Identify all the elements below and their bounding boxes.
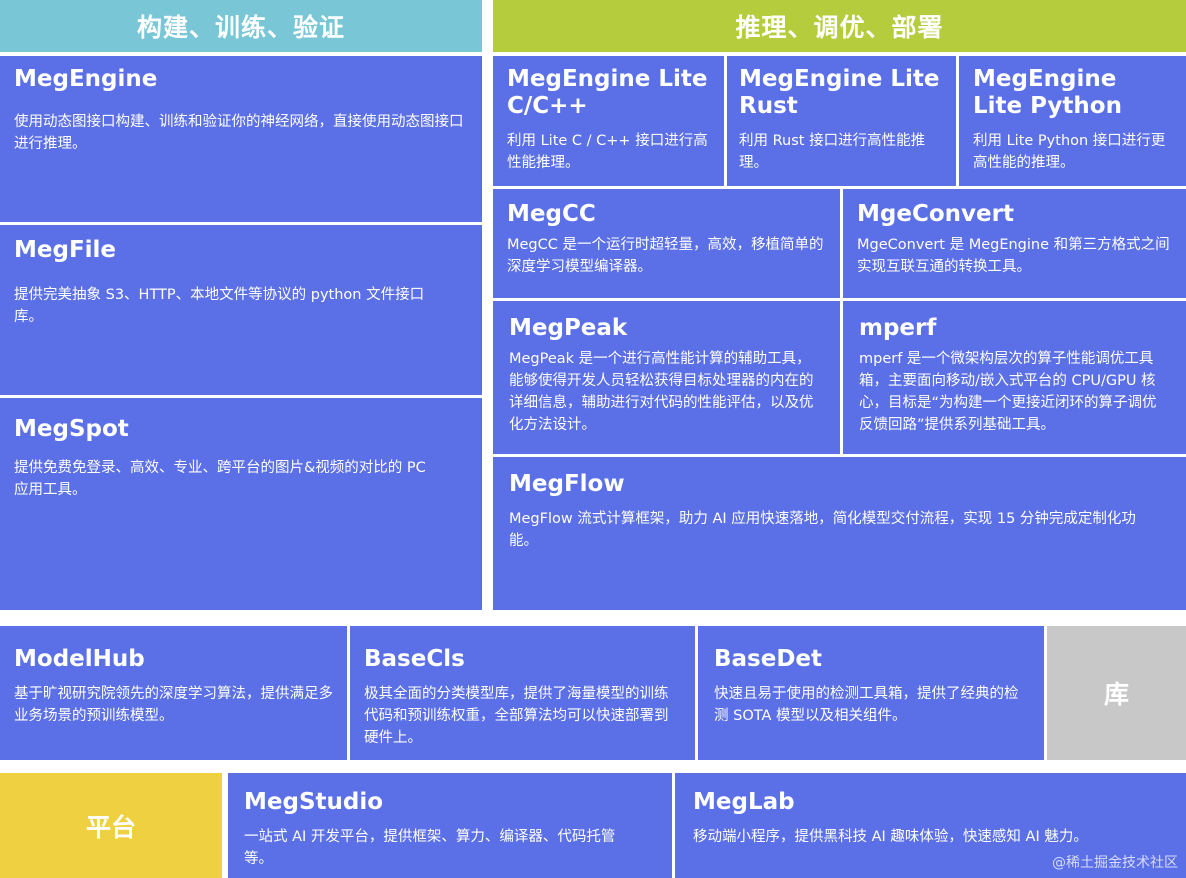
card-desc: MegCC 是一个运行时超轻量，高效，移植简单的深度学习模型编译器。	[507, 237, 824, 275]
card-desc: 使用动态图接口构建、训练和验证你的神经网络，直接使用动态图接口进行推理。	[14, 114, 464, 152]
card-desc: mperf 是一个微架构层次的算子性能调优工具箱，主要面向移动/嵌入式平台的 C…	[859, 351, 1157, 433]
card-megengine-lite-python: MegEngine Lite Python 利用 Lite Python 接口进…	[959, 56, 1186, 186]
card-desc: 利用 Rust 接口进行高性能推理。	[739, 133, 926, 171]
card-title: MgeConvert	[857, 201, 1014, 227]
card-desc: MgeConvert 是 MegEngine 和第三方格式之间实现互联互通的转换…	[857, 237, 1170, 275]
card-title: MegEngine Lite Rust	[739, 66, 940, 119]
card-desc: 提供完美抽象 S3、HTTP、本地文件等协议的 python 文件接口库。	[14, 287, 425, 325]
card-modelhub: ModelHub 基于旷视研究院领先的深度学习算法，提供满足多业务场景的预训练模…	[0, 626, 347, 760]
card-desc: 移动端小程序，提供黑科技 AI 趣味体验，快速感知 AI 魅力。	[693, 829, 1088, 845]
card-basecls: BaseCls 极其全面的分类模型库，提供了海量模型的训练代码和预训练权重，全部…	[350, 626, 695, 760]
card-title: MegEngine Lite C/C++	[507, 66, 708, 119]
card-title: MegLab	[693, 789, 795, 815]
card-desc: 提供免费免登录、高效、专业、跨平台的图片&视频的对比的 PC 应用工具。	[14, 460, 426, 498]
card-basedet: BaseDet 快速且易于使用的检测工具箱，提供了经典的检测 SOTA 模型以及…	[698, 626, 1044, 760]
card-title: MegPeak	[509, 315, 628, 341]
card-megengine-lite-rust: MegEngine Lite Rust 利用 Rust 接口进行高性能推理。	[727, 56, 956, 186]
header-build-train-verify: 构建、训练、验证	[0, 0, 482, 52]
platform-label: 平台	[0, 773, 222, 878]
card-megstudio: MegStudio 一站式 AI 开发平台，提供框架、算力、编译器、代码托管等。	[228, 773, 672, 878]
card-desc: 基于旷视研究院领先的深度学习算法，提供满足多业务场景的预训练模型。	[14, 686, 333, 724]
card-mperf: mperf mperf 是一个微架构层次的算子性能调优工具箱，主要面向移动/嵌入…	[843, 301, 1186, 454]
card-desc: 极其全面的分类模型库，提供了海量模型的训练代码和预训练权重，全部算法均可以快速部…	[364, 686, 669, 746]
header-infer-tune-deploy: 推理、调优、部署	[493, 0, 1186, 52]
card-megfile: MegFile 提供完美抽象 S3、HTTP、本地文件等协议的 python 文…	[0, 225, 482, 395]
card-megcc: MegCC MegCC 是一个运行时超轻量，高效，移植简单的深度学习模型编译器。	[493, 189, 840, 298]
card-mgeconvert: MgeConvert MgeConvert 是 MegEngine 和第三方格式…	[843, 189, 1186, 298]
card-desc: 利用 Lite Python 接口进行更高性能的推理。	[973, 133, 1166, 171]
card-megpeak: MegPeak MegPeak 是一个进行高性能计算的辅助工具，能够使得开发人员…	[493, 301, 840, 454]
card-title: MegEngine	[14, 66, 158, 92]
card-megengine: MegEngine 使用动态图接口构建、训练和验证你的神经网络，直接使用动态图接…	[0, 56, 482, 222]
card-desc: 一站式 AI 开发平台，提供框架、算力、编译器、代码托管等。	[244, 829, 616, 867]
card-meglab: MegLab 移动端小程序，提供黑科技 AI 趣味体验，快速感知 AI 魅力。 …	[675, 773, 1186, 878]
card-desc: 快速且易于使用的检测工具箱，提供了经典的检测 SOTA 模型以及相关组件。	[714, 686, 1019, 724]
card-desc: MegFlow 流式计算框架，助力 AI 应用快速落地，简化模型交付流程，实现 …	[509, 511, 1136, 549]
card-title: MegEngine Lite Python	[973, 66, 1122, 119]
card-title: ModelHub	[14, 646, 145, 672]
card-title: BaseCls	[364, 646, 465, 672]
card-title: MegFile	[14, 237, 117, 263]
card-megflow: MegFlow MegFlow 流式计算框架，助力 AI 应用快速落地，简化模型…	[493, 457, 1186, 610]
card-title: BaseDet	[714, 646, 823, 672]
card-desc: 利用 Lite C / C++ 接口进行高性能推理。	[507, 133, 708, 171]
watermark: @稀土掘金技术社区	[1052, 855, 1178, 871]
card-desc: MegPeak 是一个进行高性能计算的辅助工具，能够使得开发人员轻松获得目标处理…	[509, 351, 814, 433]
card-title: mperf	[859, 315, 937, 341]
library-label: 库	[1047, 626, 1186, 760]
card-title: MegFlow	[509, 471, 625, 497]
card-title: MegCC	[507, 201, 596, 227]
card-megspot: MegSpot 提供免费免登录、高效、专业、跨平台的图片&视频的对比的 PC 应…	[0, 398, 482, 610]
card-title: MegSpot	[14, 416, 129, 442]
card-title: MegStudio	[244, 789, 384, 815]
card-megengine-lite-cpp: MegEngine Lite C/C++ 利用 Lite C / C++ 接口进…	[493, 56, 724, 186]
